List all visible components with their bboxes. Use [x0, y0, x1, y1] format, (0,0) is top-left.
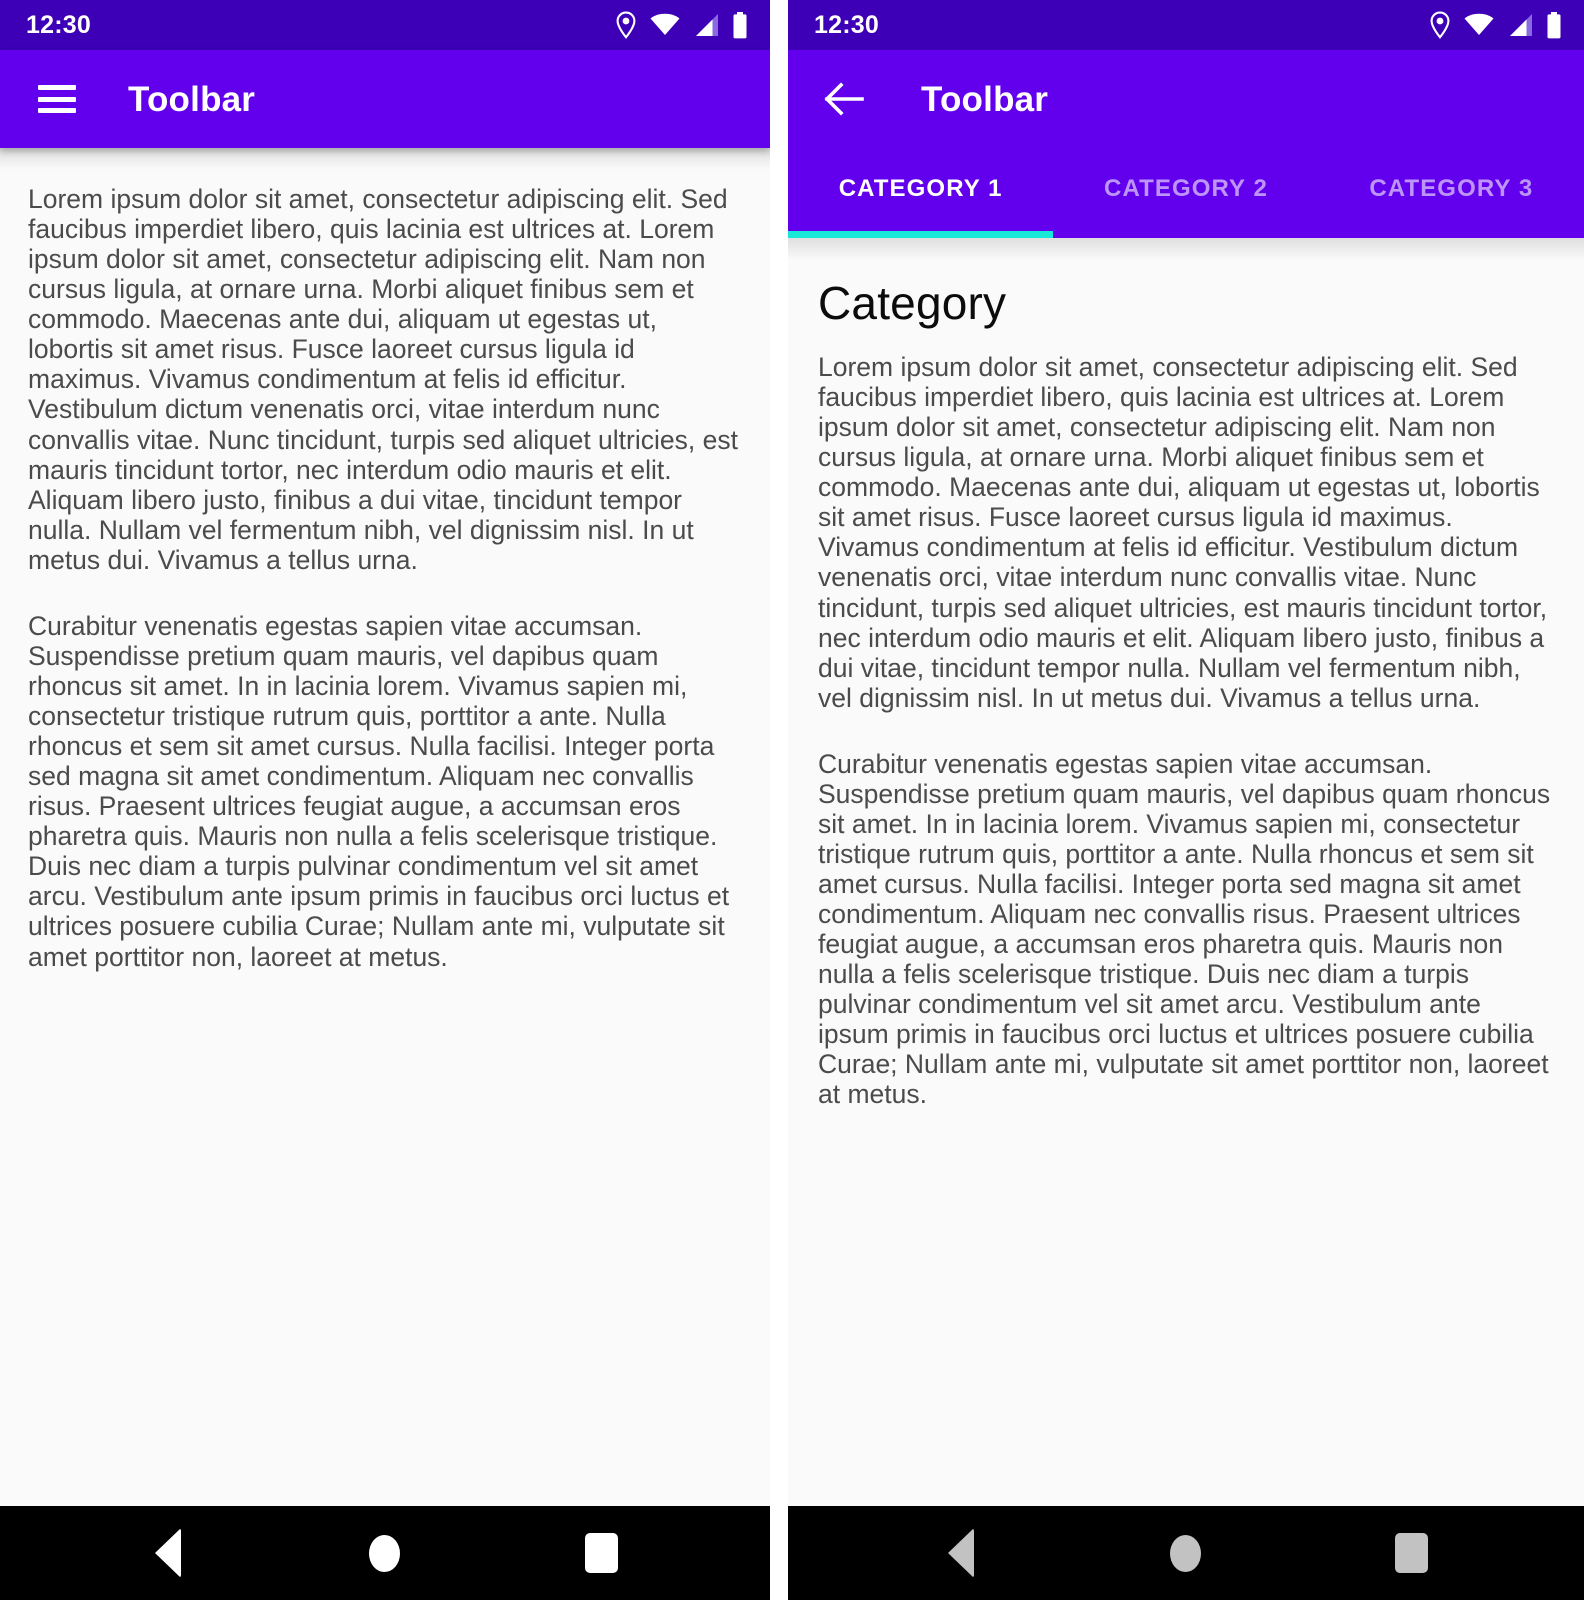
left-system-navigation-bar	[0, 1506, 770, 1600]
left-toolbar-title: Toolbar	[128, 79, 256, 119]
left-content-area: Lorem ipsum dolor sit amet, consectetur …	[0, 148, 770, 1506]
cellular-signal-icon	[1510, 14, 1532, 36]
home-button[interactable]	[1126, 1506, 1246, 1600]
right-paragraph-2: Curabitur venenatis egestas sapien vitae…	[818, 748, 1551, 1110]
right-toolbar-row: Toolbar	[788, 50, 1584, 148]
circle-home-icon	[369, 1534, 401, 1572]
back-navigation-button[interactable]	[816, 70, 874, 128]
status-bar: 12:30	[0, 0, 770, 50]
triangle-back-icon	[155, 1528, 182, 1578]
screen-divider-gap	[770, 0, 788, 1600]
tab-category-1[interactable]: CATEGORY 1	[788, 148, 1054, 238]
left-paragraph-2: Curabitur venenatis egestas sapien vitae…	[28, 610, 730, 972]
status-bar: 12:30	[788, 0, 1584, 50]
location-pin-icon	[1430, 11, 1450, 39]
recents-button[interactable]	[542, 1506, 662, 1600]
right-paragraph-1: Lorem ipsum dolor sit amet, consectetur …	[818, 352, 1548, 713]
status-bar-icons	[1429, 11, 1562, 39]
status-bar-icons	[615, 11, 748, 39]
back-button[interactable]	[108, 1506, 228, 1600]
right-screen: 12:30 Toolbar CATEGORY 1 CATEGORY 2 CATE…	[788, 0, 1584, 1600]
home-button[interactable]	[325, 1506, 445, 1600]
right-system-navigation-bar	[788, 1506, 1584, 1600]
status-bar-clock: 12:30	[26, 10, 91, 39]
wifi-icon	[650, 13, 680, 35]
square-recents-icon	[585, 1533, 619, 1573]
battery-icon	[1547, 11, 1561, 38]
hamburger-menu-button[interactable]	[28, 70, 86, 128]
back-button[interactable]	[901, 1506, 1021, 1600]
tab-category-2[interactable]: CATEGORY 2	[1053, 148, 1318, 238]
left-paragraph-1: Lorem ipsum dolor sit amet, consectetur …	[28, 184, 738, 575]
right-content-area: Category Lorem ipsum dolor sit amet, con…	[788, 238, 1584, 1506]
wifi-icon	[1464, 13, 1494, 35]
arrow-left-icon	[824, 82, 864, 116]
hamburger-menu-icon	[38, 85, 76, 113]
left-toolbar-row: Toolbar	[0, 50, 770, 148]
left-toolbar: Toolbar	[0, 50, 770, 148]
circle-home-icon	[1170, 1534, 1202, 1572]
square-recents-icon	[1394, 1533, 1428, 1573]
left-screen: 12:30 Toolbar Lorem ipsum dolor sit amet…	[0, 0, 770, 1600]
status-bar-clock: 12:30	[814, 10, 879, 39]
tab-bar: CATEGORY 1 CATEGORY 2 CATEGORY 3	[788, 148, 1584, 238]
page-title: Category	[818, 277, 1007, 329]
triangle-back-icon	[947, 1528, 974, 1578]
dual-screenshot-container: 12:30 Toolbar Lorem ipsum dolor sit amet…	[0, 0, 1584, 1600]
tab-category-3[interactable]: CATEGORY 3	[1319, 148, 1584, 238]
location-pin-icon	[616, 11, 636, 39]
recents-button[interactable]	[1351, 1506, 1471, 1600]
right-toolbar: Toolbar CATEGORY 1 CATEGORY 2 CATEGORY 3	[788, 50, 1584, 238]
right-toolbar-title: Toolbar	[921, 79, 1049, 119]
battery-icon	[733, 11, 747, 38]
cellular-signal-icon	[696, 14, 718, 36]
